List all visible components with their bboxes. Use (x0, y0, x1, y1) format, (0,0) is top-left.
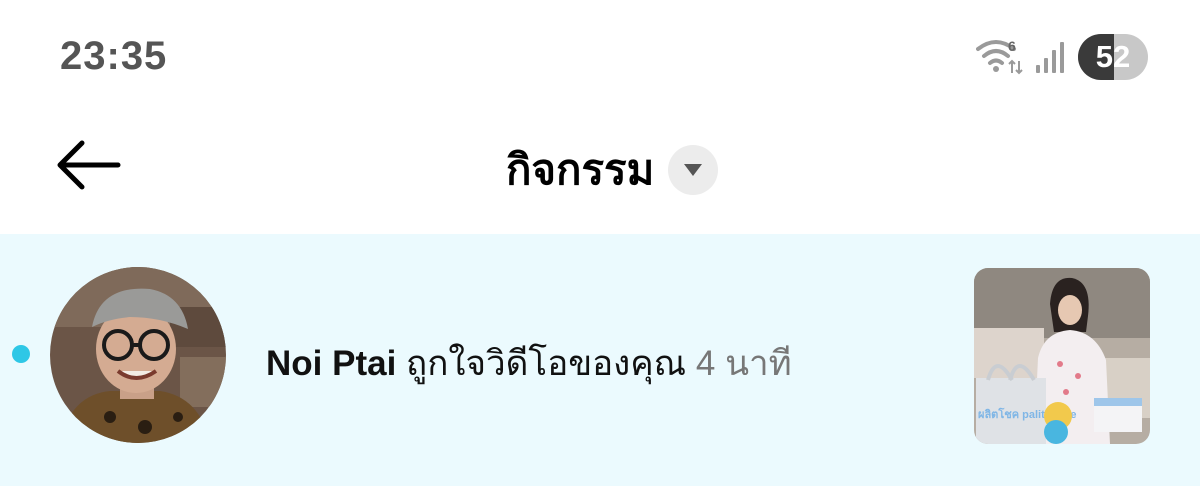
back-button[interactable] (52, 135, 124, 195)
status-bar: 23:35 6 52 (0, 0, 1200, 115)
wifi-badge: 6 (1008, 38, 1016, 54)
activity-filter-dropdown[interactable]: กิจกรรม (506, 137, 719, 203)
notification-text: Noi Ptai ถูกใจวิดีโอของคุณ 4 นาที (266, 336, 792, 391)
status-time: 23:35 (60, 34, 168, 78)
video-thumbnail[interactable]: ผลิตโชค palitchoke (974, 268, 1150, 444)
video-thumbnail-image: ผลิตโชค palitchoke (974, 268, 1150, 444)
notification-user-name[interactable]: Noi Ptai (266, 344, 396, 383)
battery-level: 52 (1095, 39, 1131, 74)
caret-down-icon (684, 164, 703, 176)
arrow-left-icon (57, 140, 121, 190)
activity-header: กิจกรรม (0, 115, 1200, 233)
page-title: กิจกรรม (506, 146, 655, 193)
user-avatar-image (50, 267, 226, 443)
dropdown-button[interactable] (668, 145, 719, 195)
status-icons: 6 52 (976, 34, 1148, 80)
wifi-icon: 6 (976, 38, 1023, 75)
notification-action: ถูกใจวิดีโอของคุณ (406, 344, 687, 383)
notification-row[interactable]: Noi Ptai ถูกใจวิดีโอของคุณ 4 นาที ผลิตโช… (0, 234, 1200, 486)
cellular-signal-icon (1036, 42, 1064, 73)
unread-indicator (12, 345, 30, 363)
notification-time: 4 นาที (695, 344, 792, 383)
avatar[interactable] (50, 267, 226, 443)
battery-icon: 52 (1078, 34, 1148, 80)
